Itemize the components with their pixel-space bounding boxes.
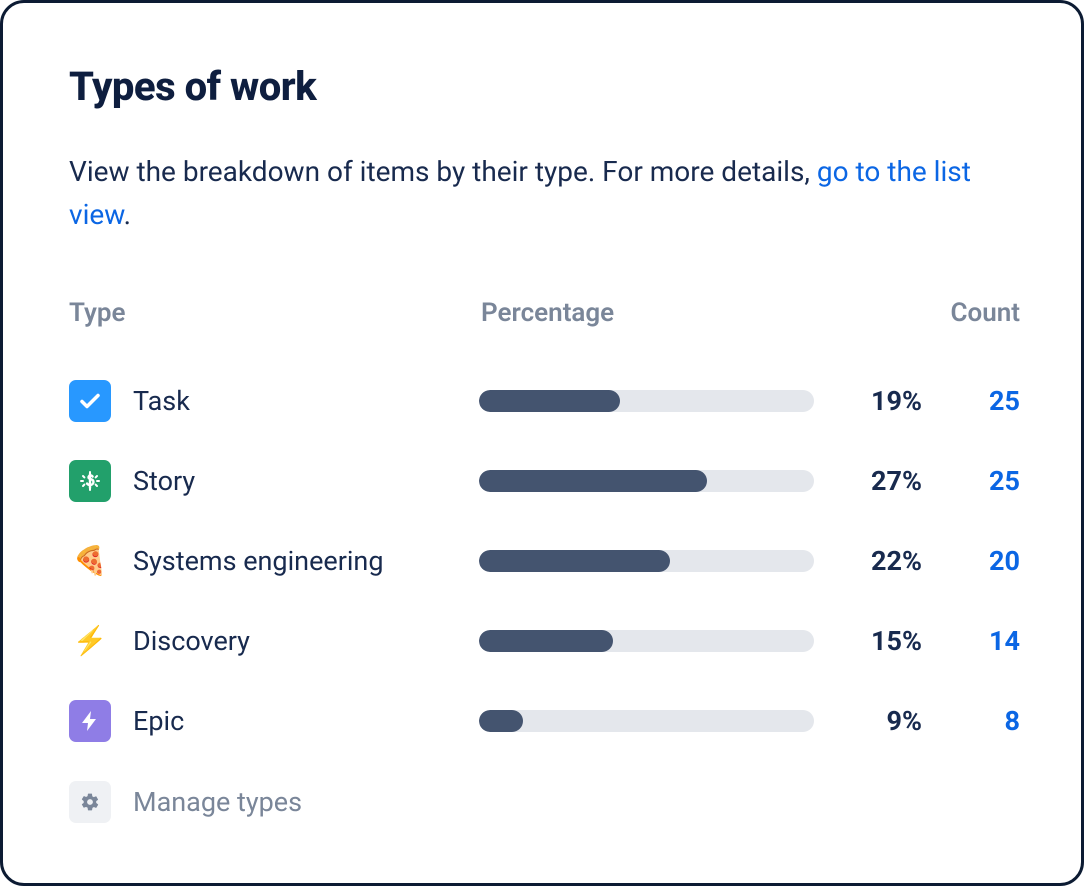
percentage-bar <box>479 390 814 412</box>
type-label: Discovery <box>133 625 250 657</box>
percentage-bar-fill <box>479 710 523 732</box>
percentage-bar-fill <box>479 390 620 412</box>
subtitle: View the breakdown of items by their typ… <box>69 150 1015 237</box>
table-row: Task 19% 25 <box>69 361 1015 441</box>
percentage-bar <box>479 550 814 572</box>
manage-types-button[interactable]: Manage types <box>69 781 1015 823</box>
task-icon <box>69 380 111 422</box>
epic-icon <box>69 700 111 742</box>
manage-types-label: Manage types <box>133 786 302 818</box>
percentage-bar <box>479 630 814 652</box>
work-types-table: Type Percentage Count Task 19% 25 <box>69 293 1015 823</box>
count-link[interactable]: 20 <box>989 545 1020 577</box>
percentage-value: 27% <box>814 465 934 497</box>
percentage-bar-fill <box>479 470 707 492</box>
percentage-value: 22% <box>814 545 934 577</box>
types-of-work-card: Types of work View the breakdown of item… <box>0 0 1084 886</box>
col-header-percentage: Percentage <box>479 298 814 328</box>
count-link[interactable]: 14 <box>989 625 1020 657</box>
col-header-type: Type <box>69 298 479 328</box>
percentage-bar-fill <box>479 630 613 652</box>
lightning-icon: ⚡ <box>69 620 111 662</box>
count-link[interactable]: 8 <box>1005 705 1021 737</box>
percentage-value: 9% <box>814 705 934 737</box>
type-label: Task <box>133 385 190 417</box>
percentage-bar-fill <box>479 550 670 572</box>
subtitle-prefix: View the breakdown of items by their typ… <box>69 155 817 188</box>
pizza-icon: 🍕 <box>69 540 111 582</box>
col-header-count: Count <box>934 298 1020 328</box>
percentage-bar <box>479 470 814 492</box>
table-row: Epic 9% 8 <box>69 681 1015 761</box>
count-link[interactable]: 25 <box>989 465 1020 497</box>
type-label: Epic <box>133 705 184 737</box>
percentage-value: 19% <box>814 385 934 417</box>
type-label: Systems engineering <box>133 545 384 577</box>
type-label: Story <box>133 465 195 497</box>
table-row: Story 27% 25 <box>69 441 1015 521</box>
table-row: 🍕 Systems engineering 22% 20 <box>69 521 1015 601</box>
percentage-value: 15% <box>814 625 934 657</box>
subtitle-suffix: . <box>124 198 131 231</box>
story-icon <box>69 460 111 502</box>
table-header: Type Percentage Count <box>69 293 1015 333</box>
count-link[interactable]: 25 <box>989 385 1020 417</box>
gear-icon <box>69 781 111 823</box>
percentage-bar <box>479 710 814 732</box>
table-row: ⚡ Discovery 15% 14 <box>69 601 1015 681</box>
page-title: Types of work <box>69 63 1015 110</box>
